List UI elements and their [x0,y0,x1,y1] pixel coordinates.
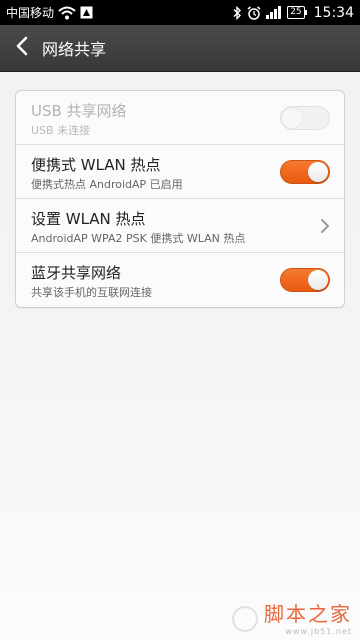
setting-subtitle: 共享该手机的互联网连接 [31,286,152,299]
wifi-icon [58,6,76,20]
setting-subtitle: 便携式热点 AndroidAP 已启用 [31,178,183,191]
setting-title: USB 共享网络 [31,102,127,120]
watermark-brand: 脚本之家 [264,602,352,626]
portable-hotspot-toggle[interactable] [280,160,330,184]
setting-usb-tethering: USB 共享网络 USB 未连接 [16,91,344,145]
watermark-url: www.jb51.net [285,627,352,636]
watermark-logo-icon [232,606,258,632]
status-bar: 中国移动 25 15:34 [0,0,360,25]
setting-portable-hotspot[interactable]: 便携式 WLAN 热点 便携式热点 AndroidAP 已启用 [16,145,344,199]
setting-hotspot-config[interactable]: 设置 WLAN 热点 AndroidAP WPA2 PSK 便携式 WLAN 热… [16,199,344,253]
back-button[interactable] [4,25,40,71]
signal-icon [266,6,282,19]
setting-subtitle: USB 未连接 [31,124,91,137]
toggle-knob [308,270,328,290]
bluetooth-icon [232,5,242,20]
chevron-left-icon [15,36,29,60]
setting-title: 设置 WLAN 热点 [31,210,146,228]
battery-level: 25 [290,7,302,17]
toggle-knob [308,162,328,182]
usb-tethering-toggle [280,106,330,130]
setting-title: 蓝牙共享网络 [31,264,122,282]
toggle-knob [282,108,302,128]
title-bar: 网络共享 [0,25,360,72]
carrier-name: 中国移动 [6,6,55,20]
watermark: 脚本之家 www.jb51.net [264,598,352,636]
notification-icon [80,6,93,19]
setting-title: 便携式 WLAN 热点 [31,156,161,174]
page-title: 网络共享 [42,40,107,59]
bluetooth-tethering-toggle[interactable] [280,268,330,292]
setting-subtitle: AndroidAP WPA2 PSK 便携式 WLAN 热点 [31,232,246,245]
chevron-right-icon [318,218,332,234]
alarm-icon [247,5,261,20]
setting-bluetooth-tethering[interactable]: 蓝牙共享网络 共享该手机的互联网连接 [16,253,344,307]
battery-icon: 25 [287,6,308,19]
clock: 15:34 [313,4,354,21]
settings-card: USB 共享网络 USB 未连接 便携式 WLAN 热点 便携式热点 Andro… [15,90,345,308]
